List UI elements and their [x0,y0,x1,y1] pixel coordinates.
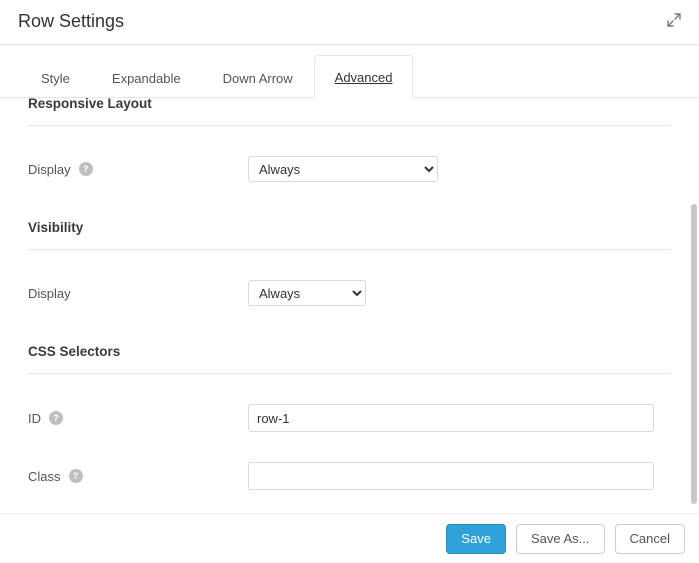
help-icon[interactable]: ? [69,469,83,483]
label-css-class: Class [28,469,61,484]
help-icon[interactable]: ? [49,411,63,425]
save-button[interactable]: Save [446,524,506,554]
tab-down-arrow[interactable]: Down Arrow [202,56,314,98]
label-css-id: ID [28,411,41,426]
section-title-css: CSS Selectors [28,338,671,374]
scrollbar-thumb[interactable] [691,204,697,504]
tab-style[interactable]: Style [20,56,91,98]
tab-expandable[interactable]: Expandable [91,56,202,98]
cancel-button[interactable]: Cancel [615,524,685,554]
section-title-responsive: Responsive Layout [28,98,671,126]
save-as-button[interactable]: Save As... [516,524,605,554]
row-css-class: Class ? [28,432,671,490]
row-responsive-display: Display ? Always [28,126,671,182]
row-css-id: ID ? [28,374,671,432]
label-responsive-display: Display [28,162,71,177]
dialog-header: Row Settings [0,0,699,44]
tabs-bar: Style Expandable Down Arrow Advanced [0,44,699,98]
input-css-class[interactable] [248,462,654,490]
tab-advanced[interactable]: Advanced [314,55,414,98]
dialog-title: Row Settings [18,11,124,32]
row-visibility-display: Display Always [28,250,671,306]
section-title-visibility: Visibility [28,214,671,250]
help-icon[interactable]: ? [79,162,93,176]
select-visibility-display[interactable]: Always [248,280,366,306]
label-visibility-display: Display [28,286,71,301]
select-responsive-display[interactable]: Always [248,156,438,182]
input-css-id[interactable] [248,404,654,432]
content-area: Responsive Layout Display ? Always Visib… [0,98,699,513]
expand-icon[interactable] [667,13,681,30]
dialog-footer: Save Save As... Cancel [0,513,699,563]
